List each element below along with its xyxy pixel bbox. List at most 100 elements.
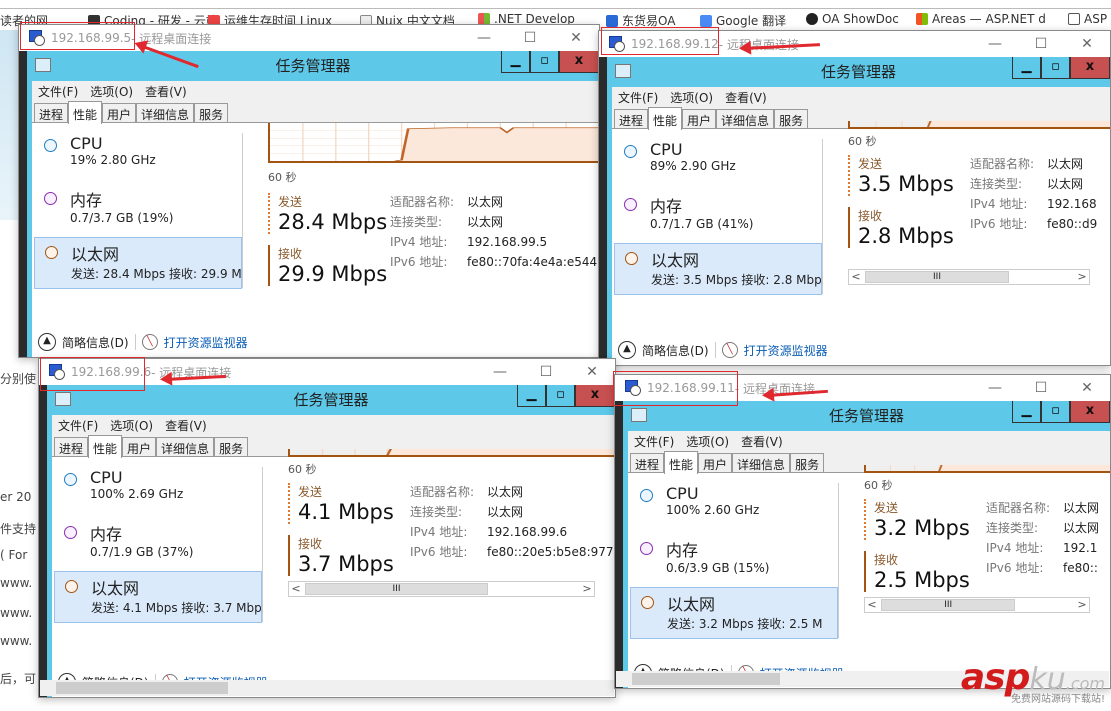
tm-maximize-button[interactable]: ▫	[546, 385, 575, 407]
maximize-button[interactable]: ☐	[523, 359, 569, 385]
close-button[interactable]: ✕	[1064, 31, 1110, 57]
resource-cpu[interactable]: CPU 19% 2.80 GHz	[34, 131, 242, 183]
tab-performance[interactable]: 性能	[648, 107, 683, 130]
menu-view[interactable]: 查看(V)	[741, 433, 783, 450]
bookmark[interactable]: Areas — ASP.NET d	[916, 12, 1046, 26]
minimize-button[interactable]: —	[972, 375, 1018, 401]
rdp-window[interactable]: 192.168.99.11 - 远程桌面连接 — ☐ ✕ 任务管理器 ▁ ▫ x…	[614, 374, 1111, 689]
tab-processes[interactable]: 进程	[34, 103, 69, 122]
remote-session[interactable]: 任务管理器 ▁ ▫ x 文件(F) 选项(O) 查看(V) 进程 性能 用户 详…	[615, 401, 1110, 688]
resource-cpu[interactable]: CPU 100% 2.69 GHz	[54, 465, 262, 517]
chevron-up-icon[interactable]: ▲	[38, 333, 56, 351]
tab-services[interactable]: 服务	[774, 109, 809, 128]
tab-services[interactable]: 服务	[790, 453, 825, 472]
remote-session[interactable]: 任务管理器 ▁ ▫ x 文件(F) 选项(O) 查看(V) 进程 性能 用户 详…	[39, 385, 615, 697]
resource-memory[interactable]: 内存 0.6/3.9 GB (15%)	[630, 534, 838, 586]
minimize-button[interactable]: —	[972, 31, 1018, 57]
tab-performance[interactable]: 性能	[68, 101, 103, 124]
tab-processes[interactable]: 进程	[614, 109, 649, 128]
remote-session[interactable]: 任务管理器 ▁ ▫ x 文件(F) 选项(O) 查看(V) 进程 性能 用户 详…	[19, 51, 599, 357]
menu-view[interactable]: 查看(V)	[145, 83, 187, 100]
scroll-right-icon[interactable]: >	[1075, 598, 1089, 612]
minimize-button[interactable]: —	[477, 359, 523, 385]
horizontal-scrollbar[interactable]: < III >	[864, 597, 1090, 613]
tm-minimize-button[interactable]: ▁	[517, 385, 546, 407]
scroll-left-icon[interactable]: <	[849, 270, 863, 284]
bookmark[interactable]: ASP	[1068, 12, 1107, 26]
tab-services[interactable]: 服务	[214, 437, 249, 456]
tm-minimize-button[interactable]: ▁	[1012, 401, 1041, 423]
tm-close-button[interactable]: x	[575, 385, 615, 407]
tm-minimize-button[interactable]: ▁	[501, 51, 530, 73]
scroll-right-icon[interactable]: >	[1075, 270, 1089, 284]
scrollbar-thumb[interactable]: III	[305, 583, 488, 595]
menu-file[interactable]: 文件(F)	[634, 433, 674, 450]
tm-minimize-button[interactable]: ▁	[1012, 57, 1041, 79]
tab-processes[interactable]: 进程	[54, 437, 89, 456]
fewer-details-button[interactable]: 简略信息(D)	[62, 334, 129, 351]
menu-options[interactable]: 选项(O)	[686, 433, 729, 450]
tab-users[interactable]: 用户	[102, 103, 137, 122]
tab-users[interactable]: 用户	[698, 453, 733, 472]
rdp-window[interactable]: 192.168.99.12 - 远程桌面连接 — ☐ ✕ 任务管理器 ▁ ▫ x…	[598, 30, 1111, 366]
tab-performance[interactable]: 性能	[88, 435, 123, 458]
scrollbar-thumb[interactable]: III	[881, 599, 1016, 611]
scrollbar-thumb[interactable]: III	[865, 271, 1009, 283]
menu-options[interactable]: 选项(O)	[90, 83, 133, 100]
tab-users[interactable]: 用户	[682, 109, 717, 128]
close-button[interactable]: ✕	[1064, 375, 1110, 401]
tab-details[interactable]: 详细信息	[732, 453, 791, 472]
open-resource-monitor-link[interactable]: 打开资源监视器	[744, 342, 828, 359]
tm-close-button[interactable]: x	[559, 51, 599, 73]
tab-users[interactable]: 用户	[122, 437, 157, 456]
resource-ethernet[interactable]: 以太网 发送: 3.2 Mbps 接收: 2.5 M	[630, 587, 838, 639]
menu-file[interactable]: 文件(F)	[618, 89, 658, 106]
horizontal-scrollbar[interactable]: < III >	[848, 269, 1090, 285]
task-manager-titlebar[interactable]: 任务管理器 ▁ ▫ x	[607, 57, 1110, 87]
minimize-button[interactable]: —	[461, 25, 507, 51]
tm-maximize-button[interactable]: ▫	[1041, 401, 1070, 423]
maximize-button[interactable]: ☐	[1018, 31, 1064, 57]
task-manager-titlebar[interactable]: 任务管理器 ▁ ▫ x	[27, 51, 599, 81]
resource-cpu[interactable]: CPU 89% 2.90 GHz	[614, 137, 822, 189]
menu-file[interactable]: 文件(F)	[58, 417, 98, 434]
tab-details[interactable]: 详细信息	[136, 103, 195, 122]
close-button[interactable]: ✕	[569, 359, 615, 385]
menu-view[interactable]: 查看(V)	[165, 417, 207, 434]
resource-memory[interactable]: 内存 0.7/3.7 GB (19%)	[34, 184, 242, 236]
resource-ethernet[interactable]: 以太网 发送: 3.5 Mbps 接收: 2.8 Mbp	[614, 243, 822, 295]
horizontal-scrollbar[interactable]: < III >	[288, 581, 595, 597]
scrollbar-thumb[interactable]	[632, 673, 780, 685]
menu-options[interactable]: 选项(O)	[670, 89, 713, 106]
tab-processes[interactable]: 进程	[630, 453, 665, 472]
menu-options[interactable]: 选项(O)	[110, 417, 153, 434]
scroll-right-icon[interactable]: >	[580, 582, 594, 596]
rdp-window[interactable]: 192.168.99.6 - 远程桌面连接 — ☐ ✕ 任务管理器 ▁ ▫ x …	[38, 358, 616, 698]
tm-maximize-button[interactable]: ▫	[1041, 57, 1070, 79]
maximize-button[interactable]: ☐	[507, 25, 553, 51]
close-button[interactable]: ✕	[553, 25, 599, 51]
menu-file[interactable]: 文件(F)	[38, 83, 78, 100]
tab-services[interactable]: 服务	[194, 103, 229, 122]
rdp-window[interactable]: 192.168.99.5 - 远程桌面连接 — ☐ ✕ 任务管理器 ▁ ▫ x …	[18, 24, 600, 358]
tm-close-button[interactable]: x	[1070, 57, 1110, 79]
maximize-button[interactable]: ☐	[1018, 375, 1064, 401]
bookmark[interactable]: OA ShowDoc	[806, 12, 899, 26]
fewer-details-button[interactable]: 简略信息(D)	[642, 342, 709, 359]
scroll-left-icon[interactable]: <	[289, 582, 303, 596]
tm-close-button[interactable]: x	[1070, 401, 1110, 423]
menu-view[interactable]: 查看(V)	[725, 89, 767, 106]
resource-memory[interactable]: 内存 0.7/1.9 GB (37%)	[54, 518, 262, 570]
session-horizontal-scrollbar[interactable]	[40, 680, 614, 696]
tab-performance[interactable]: 性能	[664, 451, 699, 474]
tab-details[interactable]: 详细信息	[716, 109, 775, 128]
resource-memory[interactable]: 内存 0.7/1.7 GB (41%)	[614, 190, 822, 242]
resource-cpu[interactable]: CPU 100% 2.60 GHz	[630, 481, 838, 533]
tm-maximize-button[interactable]: ▫	[530, 51, 559, 73]
resource-ethernet[interactable]: 以太网 发送: 4.1 Mbps 接收: 3.7 Mbp	[54, 571, 262, 623]
open-resource-monitor-link[interactable]: 打开资源监视器	[164, 334, 248, 351]
tab-details[interactable]: 详细信息	[156, 437, 215, 456]
scroll-left-icon[interactable]: <	[865, 598, 879, 612]
resource-ethernet[interactable]: 以太网 发送: 28.4 Mbps 接收: 29.9 M	[34, 237, 242, 289]
remote-session[interactable]: 任务管理器 ▁ ▫ x 文件(F) 选项(O) 查看(V) 进程 性能 用户 详…	[599, 57, 1110, 365]
